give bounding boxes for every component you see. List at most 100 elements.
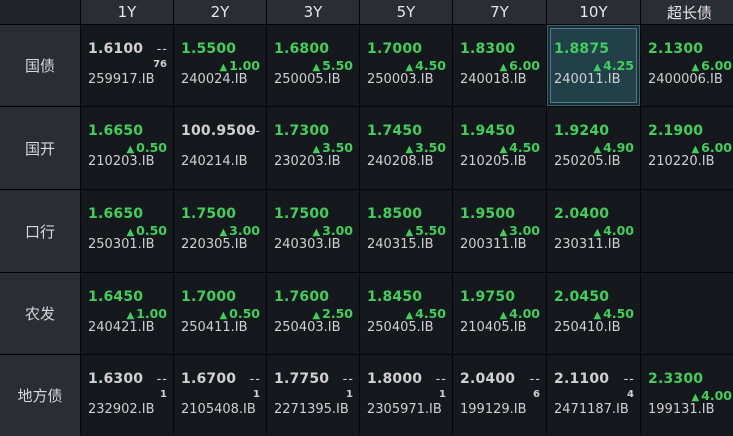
quote-cell[interactable]: 1.9240 ▲ 4.90 250205.IB (547, 107, 640, 189)
row-header-4[interactable]: 地方债 (0, 355, 80, 436)
bond-code: 240303.IB (274, 237, 341, 252)
bond-code: 2471187.IB (554, 402, 629, 417)
row-header-2[interactable]: 口行 (0, 190, 80, 272)
quote-cell[interactable]: 1.6650 ▲ 0.50 210203.IB (81, 107, 173, 189)
yield-value: 1.8300 (460, 41, 516, 57)
yield-change: ▲ 6.00 (499, 58, 540, 73)
quote-cell[interactable]: 1.5500 ▲ 1.00 240024.IB (174, 25, 266, 106)
quote-cell[interactable]: 1.7300 ▲ 3.50 230203.IB (267, 107, 359, 189)
column-header-3[interactable]: 5Y (360, 0, 452, 24)
quote-cell[interactable]: 1.6800 ▲ 5.50 250005.IB (267, 25, 359, 106)
row-header-3[interactable]: 农发 (0, 273, 80, 354)
quote-cell[interactable]: 1.9450 ▲ 4.50 210205.IB (453, 107, 546, 189)
change-value: 1.00 (229, 58, 260, 73)
quote-count: 4 (627, 389, 634, 400)
change-value: 3.00 (229, 223, 260, 238)
quote-cell[interactable]: 100.9500 -- 240214.IB (174, 107, 266, 189)
column-header-2[interactable]: 3Y (267, 0, 359, 24)
quote-cell[interactable]: 1.8500 ▲ 5.50 240315.IB (360, 190, 452, 272)
quote-cell[interactable]: 2.3300 ▲ 4.00 199131.IB (641, 355, 733, 436)
change-value: 5.50 (322, 58, 353, 73)
column-header-5[interactable]: 10Y (547, 0, 640, 24)
change-value: 4.90 (603, 140, 634, 155)
quote-cell[interactable]: 1.8000 -- 1 2305971.IB (360, 355, 452, 436)
bond-code: 230311.IB (554, 237, 621, 252)
yield-value: 1.6700 (181, 371, 237, 387)
yield-value: 1.9750 (460, 289, 516, 305)
change-value: 4.00 (603, 223, 634, 238)
bond-code: 240315.IB (367, 237, 434, 252)
yield-value: 1.7000 (181, 289, 237, 305)
yield-change: ▲ 4.00 (691, 388, 732, 403)
bond-code: 250003.IB (367, 72, 434, 87)
quote-cell[interactable]: 2.0400 ▲ 4.00 230311.IB (547, 190, 640, 272)
yield-value: 1.7750 (274, 371, 330, 387)
quote-cell[interactable]: 1.7000 ▲ 0.50 250411.IB (174, 273, 266, 354)
quote-cell[interactable]: 1.7750 -- 1 2271395.IB (267, 355, 359, 436)
column-header-6[interactable]: 超长债 (641, 0, 733, 24)
no-change-dash: -- (156, 372, 168, 387)
quote-cell[interactable]: 1.6450 ▲ 1.00 240421.IB (81, 273, 173, 354)
bond-code: 250205.IB (554, 154, 621, 169)
bond-code: 2400006.IB (648, 72, 723, 87)
yield-change: ▲ 4.90 (593, 140, 634, 155)
yield-change: ▲ 6.00 (691, 140, 732, 155)
bond-code: 240421.IB (88, 320, 155, 335)
quote-cell[interactable]: 1.6100 -- 76 259917.IB (81, 25, 173, 106)
column-header-0[interactable]: 1Y (81, 0, 173, 24)
quote-cell[interactable]: 1.6700 -- 1 2105408.IB (174, 355, 266, 436)
bond-code: 210220.IB (648, 154, 715, 169)
yield-value: 1.6300 (88, 371, 144, 387)
quote-cell[interactable]: 1.8450 ▲ 4.50 250405.IB (360, 273, 452, 354)
yield-change: ▲ 3.00 (219, 223, 260, 238)
change-value: 3.00 (322, 223, 353, 238)
bond-code: 259917.IB (88, 72, 155, 87)
quote-cell[interactable]: 1.9500 ▲ 3.00 200311.IB (453, 190, 546, 272)
change-value: 6.00 (701, 140, 732, 155)
bond-code: 2105408.IB (181, 402, 256, 417)
quote-cell[interactable]: 2.1300 ▲ 6.00 2400006.IB (641, 25, 733, 106)
bond-code: 250005.IB (274, 72, 341, 87)
column-header-4[interactable]: 7Y (453, 0, 546, 24)
quote-count: 1 (160, 389, 167, 400)
quote-cell[interactable]: 1.6650 ▲ 0.50 250301.IB (81, 190, 173, 272)
quote-cell[interactable]: 1.7500 ▲ 3.00 220305.IB (174, 190, 266, 272)
quote-count: 76 (153, 59, 167, 70)
quote-cell[interactable]: 1.8300 ▲ 6.00 240018.IB (453, 25, 546, 106)
bond-code: 220305.IB (181, 237, 248, 252)
bond-code: 240208.IB (367, 154, 434, 169)
quote-cell[interactable]: 1.6300 -- 1 232902.IB (81, 355, 173, 436)
yield-change: ▲ 1.00 (126, 306, 167, 321)
yield-change: ▲ 3.00 (499, 223, 540, 238)
quote-cell[interactable]: 2.1900 ▲ 6.00 210220.IB (641, 107, 733, 189)
yield-change: ▲ 3.50 (312, 140, 353, 155)
quote-cell[interactable]: 1.9750 ▲ 4.00 210405.IB (453, 273, 546, 354)
yield-value: 1.7000 (367, 41, 423, 57)
change-value: 4.25 (603, 58, 634, 73)
yield-change: ▲ 6.00 (691, 58, 732, 73)
quote-cell[interactable]: 1.7500 ▲ 3.00 240303.IB (267, 190, 359, 272)
yield-change: ▲ 0.50 (126, 140, 167, 155)
quote-cell[interactable]: 1.7450 ▲ 3.50 240208.IB (360, 107, 452, 189)
quote-cell[interactable]: 1.7000 ▲ 4.50 250003.IB (360, 25, 452, 106)
yield-value: 1.9450 (460, 123, 516, 139)
yield-grid: 1Y 2Y 3Y 5Y 7Y 10Y 超长债 国债 1.6100 -- 76 259917.IB 1.5… (0, 0, 733, 436)
column-header-1[interactable]: 2Y (174, 0, 266, 24)
bond-code: 2305971.IB (367, 402, 442, 417)
change-value: 4.50 (415, 58, 446, 73)
yield-value: 1.8500 (367, 206, 423, 222)
quote-cell[interactable]: 2.0400 -- 6 199129.IB (453, 355, 546, 436)
change-value: 5.50 (415, 223, 446, 238)
yield-value: 1.7450 (367, 123, 423, 139)
quote-cell[interactable]: 2.1100 -- 4 2471187.IB (547, 355, 640, 436)
quote-cell[interactable]: 1.8875 ▲ 4.25 240011.IB (547, 25, 640, 106)
yield-change: ▲ 2.50 (312, 306, 353, 321)
yield-value: 1.9500 (460, 206, 516, 222)
yield-change: ▲ 3.00 (312, 223, 353, 238)
quote-cell[interactable]: 1.7600 ▲ 2.50 250403.IB (267, 273, 359, 354)
bond-code: 199129.IB (460, 402, 527, 417)
quote-cell[interactable]: 2.0450 ▲ 4.50 250410.IB (547, 273, 640, 354)
row-header-0[interactable]: 国债 (0, 25, 80, 106)
row-header-1[interactable]: 国开 (0, 107, 80, 189)
no-change-dash: -- (342, 372, 354, 387)
